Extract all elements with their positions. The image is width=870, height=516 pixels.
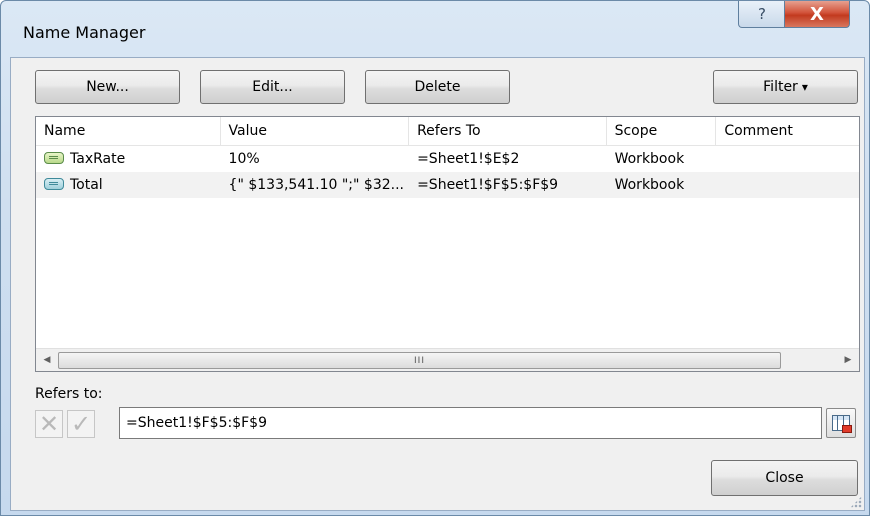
column-header-refers-to[interactable]: Refers To (409, 117, 607, 145)
cancel-edit-button[interactable]: ✕ (35, 410, 63, 438)
refers-to-label: Refers to: (35, 386, 103, 402)
names-list[interactable]: Name Value Refers To Scope Comment TaxRa… (35, 116, 860, 372)
close-icon: X (810, 3, 824, 25)
defined-name-icon (44, 152, 64, 164)
range-select-icon (832, 415, 852, 433)
list-item[interactable]: Total {" $133,541.10 ";" $32... =Sheet1!… (36, 172, 859, 198)
confirm-edit-button[interactable]: ✓ (67, 410, 95, 438)
scroll-left-icon[interactable]: ◀ (36, 349, 58, 371)
refers-to-input[interactable]: =Sheet1!$F$5:$F$9 (119, 407, 822, 439)
column-header-value[interactable]: Value (221, 117, 410, 145)
name-manager-dialog: Name Manager ? X New... Edit... Delete F… (0, 0, 870, 516)
filter-button-label: Filter (763, 79, 798, 95)
scope-cell: Workbook (614, 151, 685, 167)
refers-to-cell: =Sheet1!$F$5:$F$9 (417, 177, 559, 193)
filter-button[interactable]: Filter ▾ (713, 70, 858, 104)
new-button-label: New... (86, 79, 129, 95)
name-cell: TaxRate (70, 151, 126, 167)
close-button[interactable]: Close (711, 460, 858, 496)
comment-cell (716, 146, 859, 172)
value-cell: 10% (228, 151, 260, 167)
close-button-label: Close (765, 470, 804, 486)
delete-button-label: Delete (414, 79, 461, 95)
grip-icon: III (414, 355, 425, 366)
help-icon: ? (758, 5, 766, 23)
refers-to-cell: =Sheet1!$E$2 (417, 151, 520, 167)
comment-cell (716, 172, 859, 198)
dialog-body: New... Edit... Delete Filter ▾ Name Valu… (10, 57, 865, 511)
resize-grip-icon[interactable] (850, 496, 862, 508)
column-header-scope[interactable]: Scope (607, 117, 717, 145)
edit-button[interactable]: Edit... (200, 70, 345, 104)
name-cell: Total (70, 177, 103, 193)
scroll-right-icon[interactable]: ▶ (837, 349, 859, 371)
collapse-dialog-button[interactable] (826, 408, 856, 438)
edit-button-label: Edit... (252, 79, 293, 95)
dialog-title: Name Manager (23, 23, 146, 42)
column-header-comment[interactable]: Comment (716, 117, 859, 145)
horizontal-scrollbar[interactable]: ◀ III ▶ (36, 348, 859, 371)
help-button[interactable]: ? (738, 1, 786, 28)
scope-cell: Workbook (614, 177, 685, 193)
chevron-down-icon: ▾ (801, 80, 808, 94)
new-button[interactable]: New... (35, 70, 180, 104)
delete-button[interactable]: Delete (365, 70, 510, 104)
defined-name-icon (44, 178, 64, 190)
scrollbar-thumb[interactable]: III (58, 352, 781, 369)
list-header: Name Value Refers To Scope Comment (36, 117, 859, 146)
window-close-button[interactable]: X (784, 1, 850, 28)
value-cell: {" $133,541.10 ";" $32... (228, 177, 404, 193)
column-header-name[interactable]: Name (36, 117, 221, 145)
list-item[interactable]: TaxRate 10% =Sheet1!$E$2 Workbook (36, 146, 859, 172)
cancel-icon: ✕ (38, 410, 60, 438)
title-bar[interactable]: Name Manager ? X (1, 1, 869, 57)
checkmark-icon: ✓ (70, 410, 92, 438)
